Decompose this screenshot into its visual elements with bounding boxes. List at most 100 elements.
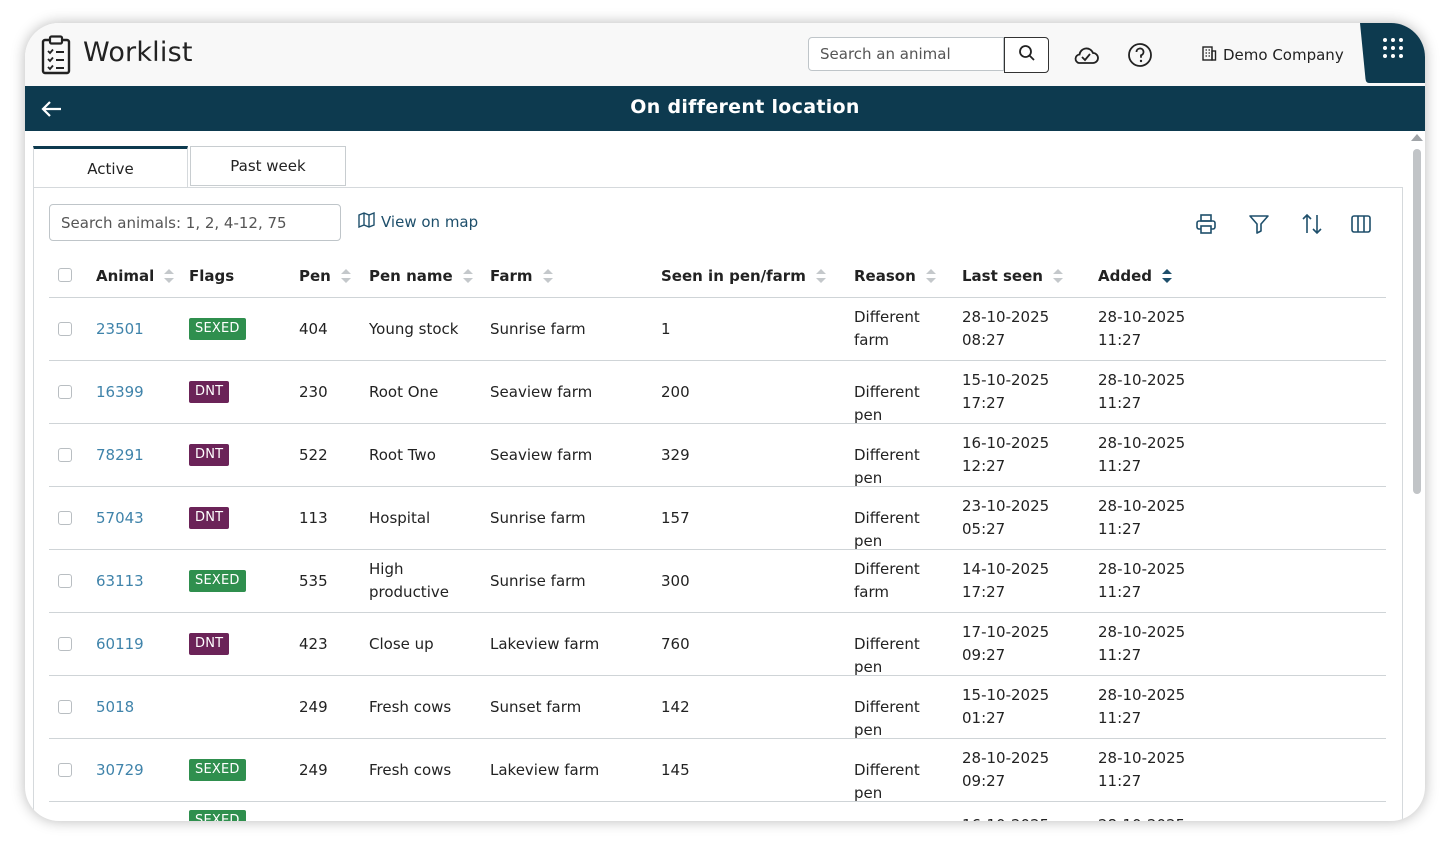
pen-cell: 249 [299,761,328,779]
last-seen-date: 14-10-2025 [962,560,1050,578]
table-row[interactable]: 78291 DNT 522 Root Two Seaview farm 329 Differ… [49,424,1386,487]
column-header-pen[interactable]: Pen [299,267,352,285]
animal-link[interactable]: 23501 [96,318,144,341]
animal-link[interactable]: 5018 [96,696,134,719]
flag-badge: DNT [189,633,230,655]
animal-link[interactable]: 16399 [96,381,144,404]
pen-cell: 535 [299,572,328,590]
animal-link[interactable]: 78291 [96,444,144,467]
tab-active[interactable]: Active [33,146,188,188]
last-seen-date: 16-10-2025 [962,814,1049,821]
animal-link[interactable]: 60119 [96,633,144,656]
row-checkbox[interactable] [58,511,72,525]
page-title: On different location [630,96,860,118]
table-row[interactable]: 63113 SEXED 535 High productive Sunrise farm… [49,550,1386,613]
search-icon [1018,44,1036,66]
column-header-animal[interactable]: Animal [96,267,175,285]
added-date: 28-10-2025 [1098,749,1186,767]
table-header: Animal Flags Pen Pen name Farm Seen in p… [49,260,1386,298]
table-row[interactable]: 30729 SEXED 249 Fresh cows Lakeview farm 145 D… [49,739,1386,802]
farm-cell: Sunrise farm [490,320,586,338]
last-seen-time: 08:27 [962,331,1006,349]
column-header-farm[interactable]: Farm [490,267,554,285]
top-bar: Worklist Demo Company [25,23,1425,86]
scroll-thumb[interactable] [1413,149,1421,494]
reason-cell: Different farm [854,560,920,601]
pen-cell: 404 [299,320,328,338]
seen-count-cell: 145 [661,761,690,779]
reason-cell: Different pen [854,761,920,802]
animal-link[interactable]: 30729 [96,759,144,782]
farm-cell: Seaview farm [490,446,593,464]
animal-search-input[interactable] [808,37,1004,71]
table-row[interactable]: 23501 SEXED 404 Young stock Sunrise farm 1 Dif… [49,298,1386,361]
animal-link[interactable]: 57043 [96,507,144,530]
pen-name-cell: Root Two [369,446,436,464]
help-icon[interactable] [1126,41,1154,69]
tab-past-week[interactable]: Past week [190,146,346,186]
row-checkbox[interactable] [58,385,72,399]
cloud-sync-icon[interactable] [1072,41,1100,69]
select-all-checkbox[interactable] [58,268,72,282]
last-seen-date: 15-10-2025 [962,686,1050,704]
added-time: 11:27 [1098,646,1142,664]
farm-cell: Sunset farm [490,698,582,716]
column-header-flags: Flags [189,267,235,285]
table-row[interactable]: SEXED 16-10-2025 28-10-2025 [49,802,1386,821]
added-time: 11:27 [1098,583,1142,601]
seen-count-cell: 200 [661,383,690,401]
added-date: 28-10-2025 [1098,497,1186,515]
reason-cell: Different farm [854,308,920,349]
table-row[interactable]: 57043 DNT 113 Hospital Sunrise farm 157 Differ… [49,487,1386,550]
pen-cell: 423 [299,635,328,653]
table-row[interactable]: 60119 DNT 423 Close up Lakeview farm 760 Diffe… [49,613,1386,676]
flag-badge: DNT [189,507,230,529]
column-header-added[interactable]: Added [1098,267,1173,285]
row-checkbox[interactable] [58,448,72,462]
row-checkbox[interactable] [58,322,72,336]
sort-icon [340,268,352,284]
view-on-map-link[interactable]: View on map [358,211,478,232]
farm-cell: Seaview farm [490,383,593,401]
sort-icon [1161,268,1173,284]
page-header: On different location [25,86,1425,131]
app-window: Worklist Demo Company [25,23,1425,821]
pen-cell: 522 [299,446,328,464]
added-date: 28-10-2025 [1098,686,1186,704]
last-seen-time: 09:27 [962,772,1006,790]
columns-icon[interactable] [1348,211,1374,237]
scrollbar[interactable] [1410,133,1424,821]
sort-icon[interactable] [1299,211,1325,237]
row-checkbox[interactable] [58,574,72,588]
seen-count-cell: 329 [661,446,690,464]
column-header-pen-name[interactable]: Pen name [369,267,474,285]
row-checkbox[interactable] [58,763,72,777]
table-row[interactable]: 16399 DNT 230 Root One Seaview farm 200 Differ… [49,361,1386,424]
company-name: Demo Company [1223,46,1344,64]
search-button[interactable] [1004,37,1049,73]
app-title: Worklist [83,37,193,68]
added-date: 28-10-2025 [1098,560,1186,578]
flag-badge: SEXED [189,318,246,340]
table-row[interactable]: 5018 249 Fresh cows Sunset farm 142 Different… [49,676,1386,739]
last-seen-time: 17:27 [962,583,1006,601]
reason-cell: Different pen [854,446,920,487]
filter-icon[interactable] [1246,211,1272,237]
row-checkbox[interactable] [58,700,72,714]
apps-menu-button[interactable] [1360,23,1425,83]
reason-cell: Different pen [854,698,920,739]
print-icon[interactable] [1193,211,1219,237]
company-selector[interactable]: Demo Company [1201,45,1344,65]
farm-cell: Lakeview farm [490,635,600,653]
column-header-last-seen[interactable]: Last seen [962,267,1064,285]
pen-name-cell: High productive [369,560,449,601]
seen-count-cell: 760 [661,635,690,653]
animal-filter-input[interactable] [49,204,341,241]
column-header-reason[interactable]: Reason [854,267,937,285]
animal-link[interactable]: 63113 [96,570,144,593]
column-header-seen[interactable]: Seen in pen/farm [661,267,827,285]
last-seen-time: 12:27 [962,457,1006,475]
row-checkbox[interactable] [58,637,72,651]
pen-name-cell: Fresh cows [369,761,452,779]
scroll-up-arrow-icon[interactable] [1411,134,1423,141]
